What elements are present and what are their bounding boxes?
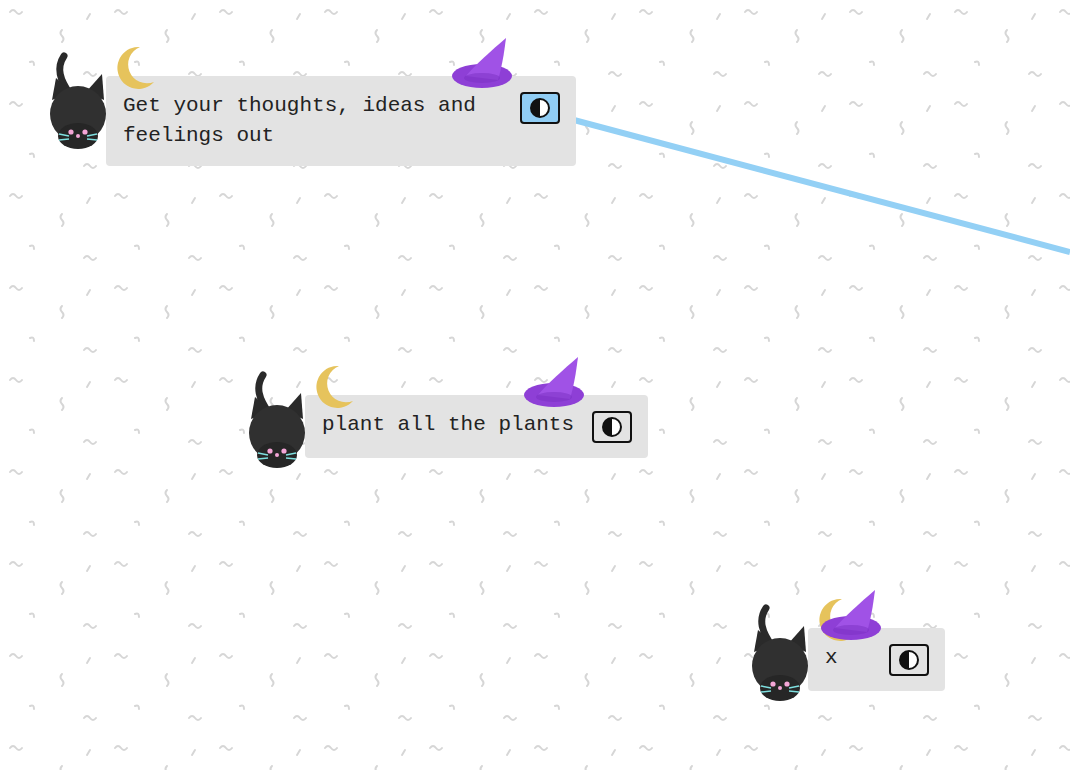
cat-icon [243,369,307,469]
mind-map-node[interactable]: Get your thoughts, ideas and feelings ou… [106,76,576,166]
connection-line[interactable] [574,120,1070,252]
contrast-toggle-button[interactable] [889,644,929,676]
mind-map-node[interactable]: plant all the plants [305,395,648,458]
contrast-icon [601,416,623,438]
node-text[interactable]: plant all the plants [322,410,578,440]
contrast-toggle-button[interactable] [592,411,632,443]
witch-hat-icon [452,36,518,96]
moon-icon [309,363,355,410]
contrast-icon [898,649,920,671]
mind-map-node[interactable]: x [808,628,945,691]
moon-icon [812,596,858,643]
mind-map-canvas[interactable]: Get your thoughts, ideas and feelings ou… [0,0,1070,770]
cat-icon [746,602,810,702]
moon-icon [110,44,156,91]
contrast-toggle-button[interactable] [520,92,560,124]
node-text[interactable]: x [825,643,875,673]
witch-hat-icon [524,355,590,415]
contrast-icon [529,97,551,119]
witch-hat-icon [821,588,887,648]
cat-icon [44,50,108,150]
node-text[interactable]: Get your thoughts, ideas and feelings ou… [123,91,506,151]
